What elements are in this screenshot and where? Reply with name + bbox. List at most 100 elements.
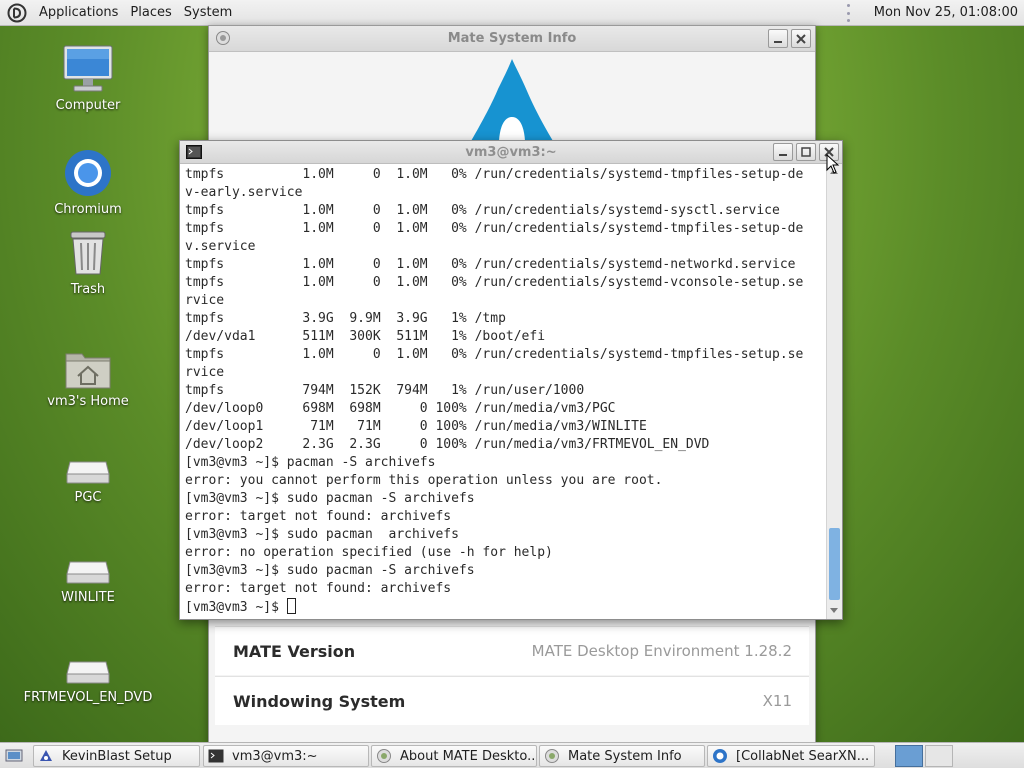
terminal-output[interactable]: tmpfs 1.0M 0 1.0M 0% /run/credentials/sy… — [180, 164, 827, 619]
drive-icon — [66, 661, 110, 684]
terminal-icon — [208, 748, 224, 764]
terminal-prompt-line[interactable]: [vm3@vm3 ~]$ — [185, 598, 827, 616]
info-row-mate-version: MATE Version MATE Desktop Environment 1.… — [215, 626, 809, 675]
home-folder-icon — [65, 353, 111, 389]
chromium-icon — [65, 150, 111, 196]
taskbar-item-kevinblast[interactable]: KevinBlast Setup — [33, 745, 200, 767]
taskbar-item-label: vm3@vm3:~ — [232, 748, 318, 764]
maximize-icon — [801, 147, 811, 157]
show-desktop-icon — [5, 749, 23, 762]
terminal-line: error: no operation specified (use -h fo… — [185, 545, 553, 560]
terminal-line: tmpfs 1.0M 0 1.0M 0% /run/credentials/sy… — [185, 167, 804, 182]
taskbar-item-chromium[interactable]: [CollabNet SearXN... — [707, 745, 875, 767]
terminal-line: rvice — [185, 293, 225, 308]
terminal-scrollbar[interactable] — [826, 164, 842, 619]
desktop-icon-trash[interactable]: Trash — [23, 228, 153, 297]
terminal-window[interactable]: vm3@vm3:~ tmpfs 1.0M 0 1.0M 0% /run/cred… — [179, 140, 843, 620]
terminal-line: tmpfs 1.0M 0 1.0M 0% /run/credentials/sy… — [185, 221, 804, 236]
taskbar-item-terminal[interactable]: vm3@vm3:~ — [203, 745, 369, 767]
taskbar-item-label: [CollabNet SearXN... — [736, 748, 870, 764]
mate-icon — [376, 748, 392, 764]
trash-icon — [70, 231, 106, 275]
installer-icon — [38, 748, 54, 764]
chromium-icon — [712, 748, 728, 764]
computer-icon — [63, 45, 113, 92]
terminal-line: tmpfs 794M 152K 794M 1% /run/user/1000 — [185, 383, 585, 398]
desktop-icon-label: FRTMEVOL_EN_DVD — [23, 690, 153, 705]
desktop-icon-label: vm3's Home — [47, 394, 129, 409]
info-key: MATE Version — [233, 641, 356, 661]
system-menu[interactable]: System — [178, 0, 238, 26]
mate-icon — [544, 748, 560, 764]
terminal-titlebar[interactable]: vm3@vm3:~ — [180, 141, 842, 164]
terminal-line: /dev/vda1 511M 300K 511M 1% /boot/efi — [185, 329, 546, 344]
terminal-line: error: target not found: archivefs — [185, 581, 452, 596]
mouse-cursor-icon — [826, 154, 840, 174]
scroll-down-arrow-icon[interactable] — [830, 608, 838, 613]
taskbar-item-label: Mate System Info — [568, 748, 682, 764]
info-value: X11 — [762, 692, 792, 710]
info-key: Windowing System — [233, 691, 406, 711]
terminal-line: /dev/loop1 71M 71M 0 100% /run/media/vm3… — [185, 419, 647, 434]
terminal-line: tmpfs 1.0M 0 1.0M 0% /run/credentials/sy… — [185, 257, 796, 272]
drive-icon — [66, 461, 110, 484]
terminal-line: v-early.service — [185, 185, 303, 200]
desktop-icon-chromium[interactable]: Chromium — [23, 148, 153, 217]
window-title: Mate System Info — [447, 31, 577, 46]
workspace-2[interactable] — [925, 745, 953, 767]
minimize-button[interactable] — [773, 143, 793, 161]
close-button[interactable] — [791, 29, 811, 48]
desktop-icon-frtmevol[interactable]: FRTMEVOL_EN_DVD — [23, 658, 153, 705]
terminal-line: rvice — [185, 365, 225, 380]
terminal-line: error: you cannot perform this operation… — [185, 473, 663, 488]
close-icon — [796, 33, 806, 44]
terminal-line: tmpfs 1.0M 0 1.0M 0% /run/credentials/sy… — [185, 203, 780, 218]
desktop-icon-computer[interactable]: Computer — [23, 44, 153, 113]
terminal-line: /dev/loop0 698M 698M 0 100% /run/media/v… — [185, 401, 616, 416]
terminal-line: tmpfs 1.0M 0 1.0M 0% /run/credentials/sy… — [185, 347, 804, 362]
terminal-line: tmpfs 3.9G 9.9M 3.9G 1% /tmp — [185, 311, 506, 326]
maximize-button[interactable] — [796, 143, 816, 161]
terminal-line: /dev/loop2 2.3G 2.3G 0 100% /run/media/v… — [185, 437, 710, 452]
terminal-line: [vm3@vm3 ~]$ sudo pacman -S archivefs — [185, 491, 475, 506]
minimize-icon — [774, 40, 782, 43]
terminal-line: [vm3@vm3 ~]$ sudo pacman archivefs — [185, 527, 459, 542]
desktop-icon-label: WINLITE — [61, 590, 115, 605]
mate-icon — [215, 30, 231, 50]
desktop-icon-pgc[interactable]: PGC — [23, 458, 153, 505]
info-value: MATE Desktop Environment 1.28.2 — [531, 642, 792, 660]
minimize-button[interactable] — [768, 29, 788, 48]
arch-logo-icon — [471, 59, 553, 141]
desktop-icon-label: Trash — [70, 282, 106, 297]
mate-menu-icon[interactable] — [6, 2, 28, 24]
minimize-icon — [779, 154, 787, 156]
terminal-line: v.service — [185, 239, 256, 254]
top-panel: Applications Places System Mon Nov 25, 0… — [0, 0, 1024, 26]
scroll-thumb[interactable] — [829, 528, 840, 600]
panel-handle[interactable] — [845, 4, 851, 22]
terminal-line: tmpfs 1.0M 0 1.0M 0% /run/credentials/sy… — [185, 275, 804, 290]
places-menu[interactable]: Places — [124, 0, 177, 26]
terminal-prompt: [vm3@vm3 ~]$ — [185, 600, 287, 615]
terminal-line: [vm3@vm3 ~]$ sudo pacman -S archivefs — [185, 563, 475, 578]
desktop-icon-label: PGC — [74, 490, 102, 505]
desktop-icon-label: Computer — [55, 98, 121, 113]
taskbar-item-system-info[interactable]: Mate System Info — [539, 745, 705, 767]
desktop-icon-home[interactable]: vm3's Home — [23, 348, 153, 409]
taskbar-item-label: About MATE Deskto... — [400, 748, 537, 764]
clock[interactable]: Mon Nov 25, 01:08:00 — [874, 0, 1018, 26]
bottom-panel: KevinBlast Setup vm3@vm3:~ About MATE De… — [0, 742, 1024, 768]
terminal-line: [vm3@vm3 ~]$ pacman -S archivefs — [185, 455, 436, 470]
info-row-windowing-system: Windowing System X11 — [215, 676, 809, 725]
terminal-cursor — [286, 598, 296, 614]
taskbar-item-label: KevinBlast Setup — [62, 748, 172, 764]
desktop-icon-winlite[interactable]: WINLITE — [23, 558, 153, 605]
show-desktop-button[interactable] — [4, 747, 24, 765]
workspace-1[interactable] — [895, 745, 923, 767]
system-info-titlebar[interactable]: Mate System Info — [209, 26, 815, 52]
drive-icon — [66, 561, 110, 584]
desktop-icon-label: Chromium — [54, 202, 122, 217]
terminal-line: error: target not found: archivefs — [185, 509, 452, 524]
applications-menu[interactable]: Applications — [33, 0, 124, 26]
taskbar-item-about-mate[interactable]: About MATE Deskto... — [371, 745, 537, 767]
